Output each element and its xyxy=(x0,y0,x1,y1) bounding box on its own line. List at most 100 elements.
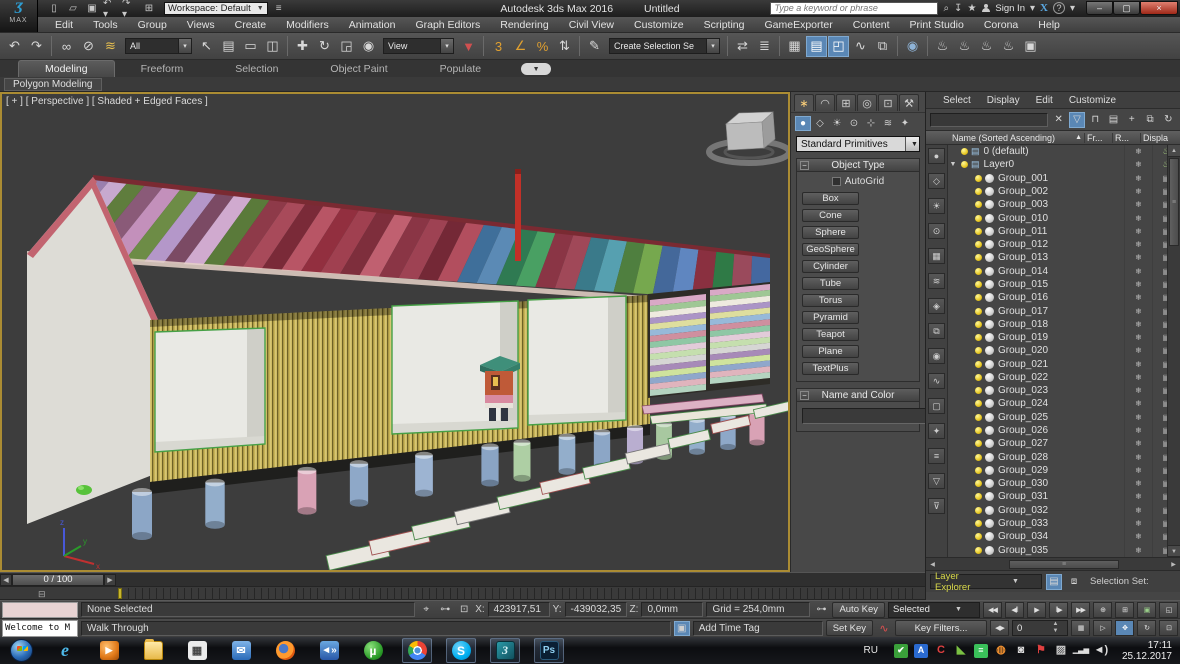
filter-cameras-icon[interactable]: ⊙ xyxy=(928,223,945,239)
align-icon[interactable]: ≣ xyxy=(754,36,775,57)
visibility-bulb-icon[interactable] xyxy=(975,201,982,208)
flag-tray-icon[interactable]: ⚑ xyxy=(1034,644,1048,658)
zoom-extents-icon[interactable]: ▣ xyxy=(1137,602,1156,618)
visibility-bulb-icon[interactable] xyxy=(975,215,982,222)
restore-button[interactable]: ▢ xyxy=(1113,1,1140,15)
camera-tray-icon[interactable]: ◙ xyxy=(1014,644,1028,658)
scroll-down-icon[interactable]: ▼ xyxy=(1168,545,1180,557)
percent-snap-icon[interactable]: % xyxy=(532,36,553,57)
download-icon[interactable]: ↧ xyxy=(954,3,962,14)
nvidia-tray-icon[interactable]: ◣ xyxy=(954,644,968,658)
help-search-input[interactable] xyxy=(770,2,938,15)
visibility-bulb-icon[interactable] xyxy=(975,321,982,328)
menu-graph-editors[interactable]: Graph Editors xyxy=(406,19,489,31)
torus-button[interactable]: Torus xyxy=(802,294,859,307)
schematic-view-icon[interactable]: ⧉ xyxy=(872,36,893,57)
menu-content[interactable]: Content xyxy=(844,19,899,31)
explorer-menu-display[interactable]: Display xyxy=(980,95,1027,106)
explorer-row-group-035[interactable]: ▼Group_035❄▤ xyxy=(948,543,1180,556)
explorer-row-group-011[interactable]: ▼Group_011❄▤ xyxy=(948,225,1180,238)
taskbar-chrome[interactable] xyxy=(402,638,432,663)
minimize-button[interactable]: – xyxy=(1086,1,1113,15)
selection-lock-icon[interactable]: ⊶ xyxy=(437,602,453,617)
maxscript-listener-text[interactable]: Welcome to M xyxy=(2,620,78,637)
plane-button[interactable]: Plane xyxy=(802,345,859,358)
isolate-selection-icon[interactable]: ⌖ xyxy=(418,602,434,617)
frozen-toggle-icon[interactable]: ❄ xyxy=(1124,145,1152,158)
antivirus-tray-icon[interactable]: ✔ xyxy=(894,644,908,658)
explorer-row-group-021[interactable]: ▼Group_021❄▤ xyxy=(948,358,1180,371)
filter-lights-icon[interactable]: ☀ xyxy=(928,198,945,214)
visibility-bulb-icon[interactable] xyxy=(975,347,982,354)
frozen-toggle-icon[interactable]: ❄ xyxy=(1124,450,1152,463)
time-slider-handle[interactable]: 0 / 100 xyxy=(12,574,104,586)
previous-frame-button[interactable]: ◀‖ xyxy=(1005,602,1024,618)
filter-influences-icon[interactable]: ✦ xyxy=(928,423,945,439)
column-frozen[interactable]: Fr... xyxy=(1084,133,1112,143)
box-button[interactable]: Box xyxy=(802,192,859,205)
go-to-start-button[interactable]: ◀◀ xyxy=(983,602,1002,618)
filter-containers-icon[interactable]: ▢ xyxy=(928,398,945,414)
x-coordinate-field[interactable]: 423917,51 xyxy=(488,602,550,617)
frozen-toggle-icon[interactable]: ❄ xyxy=(1124,211,1152,224)
explorer-row-group-029[interactable]: ▼Group_029❄▤ xyxy=(948,464,1180,477)
open-file-icon[interactable]: ▱ xyxy=(65,2,81,15)
add-time-tag-field[interactable]: Add Time Tag xyxy=(693,621,823,636)
frozen-toggle-icon[interactable]: ❄ xyxy=(1124,251,1152,264)
visibility-bulb-icon[interactable] xyxy=(975,361,982,368)
open-mini-curve-editor-icon[interactable]: ⊟ xyxy=(38,589,46,600)
menu-tools[interactable]: Tools xyxy=(84,19,127,31)
visibility-bulb-icon[interactable] xyxy=(975,493,982,500)
explorer-row-group-027[interactable]: ▼Group_027❄▤ xyxy=(948,437,1180,450)
visibility-bulb-icon[interactable] xyxy=(975,400,982,407)
menu-modifiers[interactable]: Modifiers xyxy=(277,19,338,31)
save-file-icon[interactable]: ▣ xyxy=(84,2,100,15)
a360-render-icon[interactable]: ▣ xyxy=(1020,36,1041,57)
tube-button[interactable]: Tube xyxy=(802,277,859,290)
object-name-input[interactable] xyxy=(802,408,942,424)
frozen-toggle-icon[interactable]: ❄ xyxy=(1124,543,1152,556)
explorer-row-group-023[interactable]: ▼Group_023❄▤ xyxy=(948,384,1180,397)
frozen-toggle-icon[interactable]: ❄ xyxy=(1124,291,1152,304)
array-icon[interactable]: ▦ xyxy=(784,36,805,57)
maximize-viewport-icon[interactable]: ⊡ xyxy=(1159,620,1178,636)
help-icon[interactable]: ? xyxy=(1053,2,1065,14)
polygon-modeling-panel[interactable]: Polygon Modeling xyxy=(4,78,102,91)
category-lights-icon[interactable]: ☀ xyxy=(829,116,845,131)
explorer-row-group-026[interactable]: ▼Group_026❄▤ xyxy=(948,424,1180,437)
visibility-bulb-icon[interactable] xyxy=(975,414,982,421)
track-bar[interactable]: ⊟ xyxy=(0,586,925,600)
explorer-horizontal-scrollbar[interactable]: ◀ ≡ ▶ xyxy=(926,557,1180,570)
java-tray-icon[interactable]: ◍ xyxy=(994,644,1008,658)
close-button[interactable]: × xyxy=(1140,1,1178,15)
undo-scene-icon[interactable]: ↶ ▾ xyxy=(103,2,119,15)
scrollbar-thumb[interactable]: ≡ xyxy=(1009,560,1119,569)
sort-list-icon[interactable]: ≡ xyxy=(928,448,945,464)
taskbar-mail[interactable]: ✉ xyxy=(226,638,256,663)
rendered-frame-window-icon[interactable]: ♨ xyxy=(954,36,975,57)
explorer-row-group-025[interactable]: ▼Group_025❄▤ xyxy=(948,411,1180,424)
lock-explorer-icon[interactable]: ⊓ xyxy=(1088,112,1103,128)
visibility-bulb-icon[interactable] xyxy=(975,480,982,487)
frozen-toggle-icon[interactable]: ❄ xyxy=(1124,437,1152,450)
explorer-row-group-024[interactable]: ▼Group_024❄▤ xyxy=(948,397,1180,410)
frozen-toggle-icon[interactable]: ❄ xyxy=(1124,517,1152,530)
filter-geometry-icon[interactable]: ● xyxy=(928,148,945,164)
explorer-row-group-013[interactable]: ▼Group_013❄▤ xyxy=(948,251,1180,264)
sync-selection-icon[interactable]: ↻ xyxy=(1161,112,1176,128)
redo-icon[interactable]: ↷ xyxy=(26,36,47,57)
search-icon[interactable]: ⌕ xyxy=(943,3,949,14)
workspace-menu-icon[interactable]: ≡ xyxy=(271,2,287,15)
menu-civil-view[interactable]: Civil View xyxy=(560,19,623,31)
taskbar-skype[interactable]: S xyxy=(446,638,476,663)
named-selection-sets-dropdown[interactable]: Create Selection Se▾ xyxy=(609,38,720,54)
cone-button[interactable]: Cone xyxy=(802,209,859,222)
category-space-warps-icon[interactable]: ≋ xyxy=(880,116,896,131)
next-frame-icon[interactable]: ▶ xyxy=(104,574,116,586)
use-center-icon[interactable]: ◉ xyxy=(358,36,379,57)
explorer-menu-edit[interactable]: Edit xyxy=(1029,95,1060,106)
absolute-mode-icon[interactable]: ⊡ xyxy=(456,602,472,617)
selection-filter-dropdown[interactable]: All▾ xyxy=(125,38,192,54)
angle-snap-icon[interactable]: ∠ xyxy=(510,36,531,57)
frozen-toggle-icon[interactable]: ❄ xyxy=(1124,358,1152,371)
